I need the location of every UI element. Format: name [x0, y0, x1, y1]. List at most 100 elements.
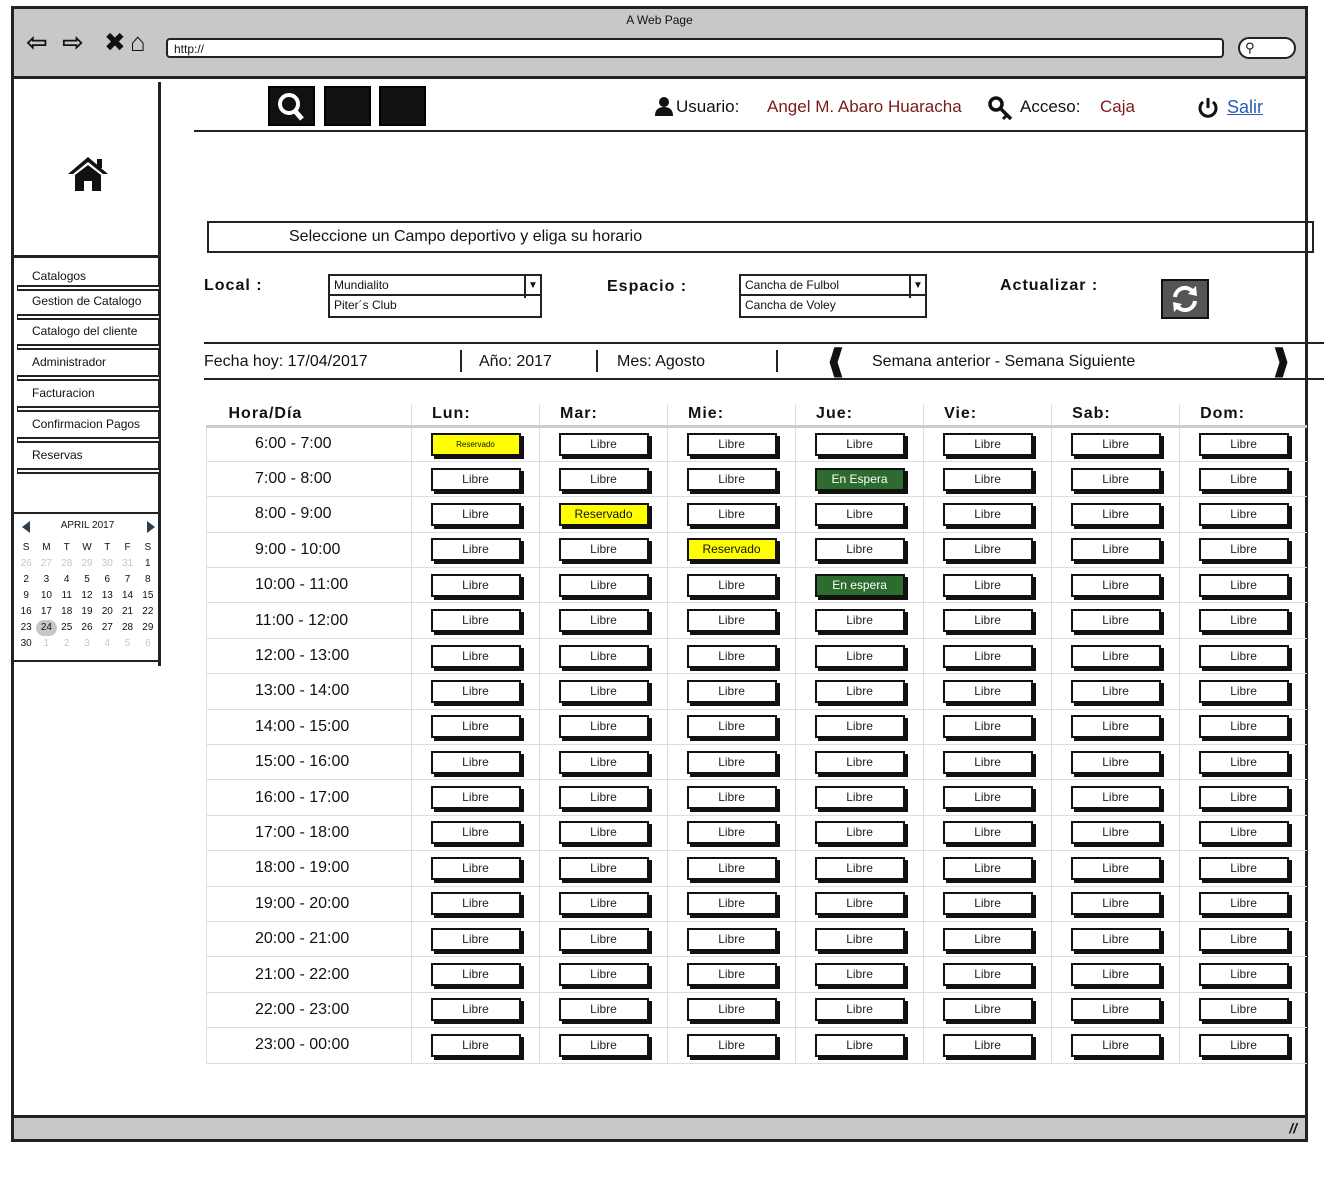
calendar-day[interactable]: 2	[57, 636, 77, 652]
local-option[interactable]: Mundialito ▼	[328, 274, 542, 298]
calendar-day[interactable]: 17	[36, 604, 56, 620]
sidebar-item-confirmacion-pagos[interactable]: Confirmacion Pagos	[17, 413, 160, 439]
calendar-day[interactable]: 27	[97, 620, 117, 636]
slot-button-libre[interactable]: Libre	[686, 856, 777, 880]
slot-button-libre[interactable]: Libre	[1070, 502, 1161, 526]
slot-button-libre[interactable]: Libre	[942, 750, 1033, 774]
slot-button-libre[interactable]: Libre	[1198, 502, 1289, 526]
forward-icon[interactable]: ⇨	[62, 27, 84, 57]
slot-button-libre[interactable]: Libre	[430, 573, 521, 597]
slot-button-libre[interactable]: Libre	[814, 1033, 905, 1057]
calendar-day[interactable]: 23	[16, 620, 36, 636]
slot-button-libre[interactable]: Libre	[1070, 573, 1161, 597]
local-select[interactable]: Mundialito ▼ Piter´s Club	[328, 274, 542, 318]
calendar-day[interactable]: 22	[138, 604, 158, 620]
slot-button-libre[interactable]: Libre	[1070, 538, 1161, 562]
slot-button-libre[interactable]: Libre	[814, 856, 905, 880]
slot-button-libre[interactable]: Libre	[558, 679, 649, 703]
slot-button-libre[interactable]: Libre	[1198, 963, 1289, 987]
slot-button-libre[interactable]: Libre	[814, 821, 905, 845]
resize-grip-icon[interactable]: //	[1289, 1120, 1297, 1136]
slot-button-libre[interactable]: Libre	[942, 644, 1033, 668]
calendar-day[interactable]: 12	[77, 588, 97, 604]
calendar-day[interactable]: 24	[36, 620, 57, 636]
slot-button-libre[interactable]: Libre	[942, 573, 1033, 597]
sidebar-item-gestion-de-catalogo[interactable]: Gestion de Catalogo	[17, 290, 160, 316]
calendar-day[interactable]: 2	[16, 572, 36, 588]
slot-button-libre[interactable]: Libre	[1070, 644, 1161, 668]
slot-button-libre[interactable]: Libre	[942, 432, 1033, 456]
calendar-prev-icon[interactable]	[22, 521, 30, 533]
close-icon[interactable]: ✖	[104, 27, 126, 57]
slot-button-libre[interactable]: Libre	[686, 609, 777, 633]
slot-button-libre[interactable]: Libre	[430, 998, 521, 1022]
chevron-left-icon[interactable]: ⟨⟨	[826, 345, 845, 379]
slot-button-libre[interactable]: Libre	[558, 432, 649, 456]
slot-button-libre[interactable]: Libre	[1198, 786, 1289, 810]
calendar-day[interactable]: 18	[57, 604, 77, 620]
dropdown-arrow-icon[interactable]: ▼	[909, 276, 925, 298]
calendar-day[interactable]: 6	[97, 572, 117, 588]
slot-button-libre[interactable]: Libre	[814, 679, 905, 703]
calendar-day[interactable]: 26	[77, 620, 97, 636]
slot-button-libre[interactable]: Libre	[1198, 715, 1289, 739]
slot-button-libre[interactable]: Libre	[1198, 679, 1289, 703]
slot-button-libre[interactable]: Libre	[430, 892, 521, 916]
slot-button-libre[interactable]: Libre	[558, 786, 649, 810]
toolbar-button-2[interactable]	[324, 86, 371, 126]
slot-button-libre[interactable]: Libre	[1070, 786, 1161, 810]
slot-button-libre[interactable]: Libre	[686, 715, 777, 739]
slot-button-libre[interactable]: Libre	[1198, 892, 1289, 916]
slot-button-libre[interactable]: Libre	[686, 892, 777, 916]
chevron-right-icon[interactable]: ⟩⟩	[1272, 345, 1291, 379]
slot-button-libre[interactable]: Libre	[1070, 998, 1161, 1022]
slot-button-libre[interactable]: Libre	[942, 856, 1033, 880]
semana-nav[interactable]: Semana anterior - Semana Siguiente	[872, 353, 1135, 371]
calendar-day[interactable]: 4	[57, 572, 77, 588]
slot-button-libre[interactable]: Libre	[558, 892, 649, 916]
calendar-day[interactable]: 15	[138, 588, 158, 604]
slot-button-libre[interactable]: Libre	[558, 609, 649, 633]
slot-button-libre[interactable]: Libre	[814, 538, 905, 562]
slot-button-libre[interactable]: Libre	[1198, 538, 1289, 562]
slot-button-libre[interactable]: Libre	[942, 679, 1033, 703]
slot-button-libre[interactable]: Libre	[814, 963, 905, 987]
sidebar-item-administrador[interactable]: Administrador	[17, 351, 160, 377]
calendar-day[interactable]: 1	[138, 556, 158, 572]
slot-button-libre[interactable]: Libre	[558, 750, 649, 774]
slot-button-libre[interactable]: Libre	[814, 715, 905, 739]
slot-button-libre[interactable]: Libre	[1198, 927, 1289, 951]
slot-button-libre[interactable]: Libre	[814, 609, 905, 633]
slot-button-libre[interactable]: Libre	[814, 998, 905, 1022]
calendar-day[interactable]: 1	[36, 636, 56, 652]
slot-button-libre[interactable]: Libre	[686, 502, 777, 526]
slot-button-libre[interactable]: Libre	[430, 467, 521, 491]
slot-button-libre[interactable]: Libre	[686, 750, 777, 774]
calendar-day[interactable]: 27	[36, 556, 56, 572]
slot-button-libre[interactable]: Libre	[430, 750, 521, 774]
slot-button-libre[interactable]: Libre	[558, 538, 649, 562]
slot-button-libre[interactable]: Libre	[686, 998, 777, 1022]
slot-button-libre[interactable]: Libre	[1070, 856, 1161, 880]
slot-button-libre[interactable]: Libre	[686, 963, 777, 987]
sidebar-item-facturacion[interactable]: Facturacion	[17, 382, 160, 408]
slot-button-libre[interactable]: Libre	[1070, 715, 1161, 739]
calendar-day[interactable]: 20	[97, 604, 117, 620]
local-option[interactable]: Piter´s Club	[328, 296, 542, 318]
salir-link[interactable]: Salir	[1227, 97, 1263, 118]
calendar-day[interactable]: 30	[16, 636, 36, 652]
calendar-day[interactable]: 8	[138, 572, 158, 588]
slot-button-libre[interactable]: Libre	[942, 502, 1033, 526]
slot-button-libre[interactable]: Libre	[686, 927, 777, 951]
sidebar-item-reservas[interactable]: Reservas	[17, 444, 160, 470]
calendar-day[interactable]: 10	[36, 588, 56, 604]
slot-button-libre[interactable]: Libre	[814, 892, 905, 916]
slot-button-reservado[interactable]: Reservado	[686, 538, 777, 562]
slot-button-libre[interactable]: Libre	[942, 821, 1033, 845]
slot-button-libre[interactable]: Libre	[686, 821, 777, 845]
calendar-day[interactable]: 31	[117, 556, 137, 572]
calendar-day[interactable]: 21	[117, 604, 137, 620]
slot-button-libre[interactable]: Libre	[1070, 750, 1161, 774]
calendar-day[interactable]: 13	[97, 588, 117, 604]
calendar-day[interactable]: 29	[138, 620, 158, 636]
